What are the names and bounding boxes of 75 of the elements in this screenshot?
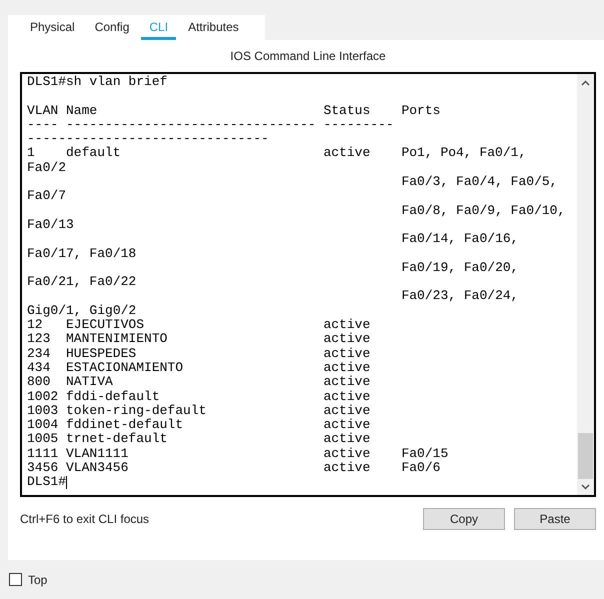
terminal-cell: 800	[27, 374, 50, 390]
terminal-cell: active	[323, 331, 370, 346]
hint-text: Ctrl+F6 to exit CLI focus	[20, 511, 150, 528]
terminal-cell: fddinet-default	[66, 417, 184, 432]
terminal-cell: active	[323, 346, 370, 361]
terminal-line: DLS1#sh vlan brief	[27, 75, 168, 90]
terminal-line: Fa0/7	[27, 189, 66, 204]
terminal-cell: active	[323, 460, 370, 476]
terminal-line: Fa0/23, Fa0/24,	[401, 289, 518, 304]
scroll-up-icon[interactable]	[581, 80, 590, 86]
terminal-line: Fa0/17, Fa0/18	[27, 246, 136, 261]
terminal-line: Fa0/13	[27, 218, 74, 232]
terminal-cell: 123	[27, 331, 50, 346]
text-cursor	[66, 476, 68, 489]
tab[interactable]: Physical	[22, 15, 83, 40]
terminal-cell: --------------------------------	[66, 116, 316, 132]
terminal-cell: active	[323, 431, 370, 446]
panel-title: IOS Command Line Interface	[230, 48, 386, 65]
scrollbar[interactable]	[577, 74, 594, 495]
action-button[interactable]: Copy	[423, 508, 505, 530]
checkbox[interactable]	[9, 573, 22, 586]
terminal-cell: NATIVA	[66, 374, 113, 390]
terminal-cell: token-ring-default	[66, 402, 206, 418]
terminal-cell: 3456	[27, 460, 58, 476]
terminal-cell: ESTACIONAMIENTO	[66, 360, 184, 375]
terminal-line: -------------------------------	[27, 132, 269, 146]
terminal-cell: active	[323, 417, 370, 432]
terminal-line: Fa0/19, Fa0/20,	[401, 260, 518, 276]
terminal-prompt: DLS1#	[27, 475, 66, 490]
terminal-cell: 1	[27, 145, 35, 160]
terminal-cell: active	[323, 402, 370, 418]
terminal-line: Fa0/21, Fa0/22	[27, 275, 136, 290]
scrollbar-thumb[interactable]	[578, 433, 593, 479]
terminal-cell: 1111	[27, 446, 58, 461]
terminal-cell: MANTENIMIENTO	[66, 331, 168, 346]
terminal-line: Fa0/3, Fa0/4, Fa0/5,	[401, 175, 558, 190]
terminal-cell: default	[66, 145, 121, 160]
terminal-cell: 434	[27, 360, 50, 375]
tab[interactable]: Config	[86, 15, 138, 40]
scroll-down-icon[interactable]	[581, 484, 590, 490]
terminal-cell: EJECUTIVOS	[66, 317, 144, 332]
terminal-cell: active	[323, 317, 370, 332]
terminal-cell: Fa0/6	[401, 460, 440, 476]
terminal-cell: Po1, Po4, Fa0/1,	[401, 145, 526, 160]
terminal-cell: ----	[27, 116, 58, 132]
terminal-cell: active	[323, 374, 370, 390]
terminal-cell: Status	[323, 102, 370, 118]
terminal-cell: VLAN1111	[66, 446, 128, 461]
terminal-line: Gig0/1, Gig0/2	[27, 304, 136, 318]
terminal-cell: Ports	[401, 102, 440, 118]
terminal[interactable]	[20, 72, 596, 497]
terminal-cell: trnet-default	[66, 431, 168, 446]
checkbox-label: Top	[28, 572, 48, 588]
terminal-cell: active	[323, 388, 370, 404]
terminal-line: Fa0/2	[27, 160, 66, 176]
terminal-cell: ---------	[323, 116, 394, 132]
action-button[interactable]: Paste	[514, 508, 596, 530]
terminal-cell: 12	[27, 317, 43, 332]
terminal-cell: 1002	[27, 388, 58, 404]
terminal-cell: 234	[27, 346, 50, 361]
terminal-cell: active	[323, 145, 370, 160]
terminal-cell: 1005	[27, 431, 58, 446]
terminal-cell: HUESPEDES	[66, 346, 136, 361]
terminal-cell: 1004	[27, 417, 58, 432]
terminal-cell: fddi-default	[66, 388, 160, 404]
terminal-cell: Name	[66, 102, 98, 118]
terminal-cell: Fa0/15	[401, 446, 448, 461]
terminal-line: Fa0/14, Fa0/16,	[401, 232, 518, 247]
terminal-cell: active	[323, 360, 370, 375]
terminal-cell: 1003	[27, 402, 58, 418]
terminal-cell: VLAN	[27, 102, 58, 118]
tab[interactable]: Attributes	[180, 15, 247, 40]
terminal-cell: active	[323, 446, 370, 461]
terminal-cell: VLAN3456	[66, 460, 128, 476]
terminal-line: Fa0/8, Fa0/9, Fa0/10,	[401, 204, 566, 218]
